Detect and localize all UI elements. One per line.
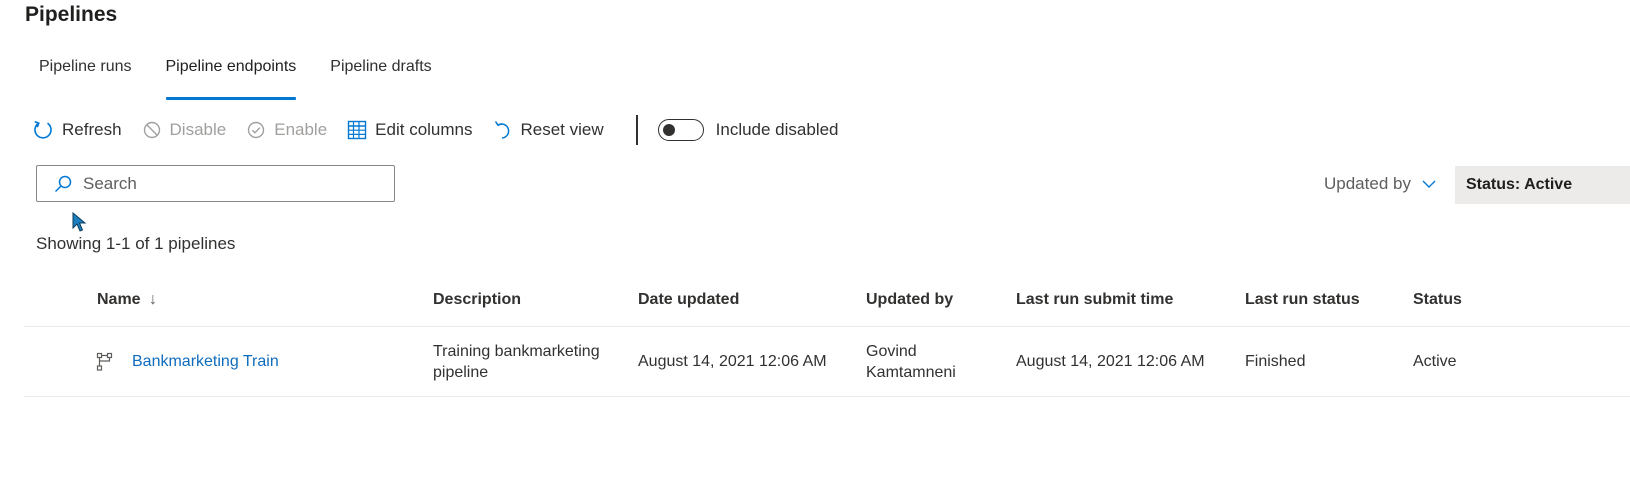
edit-columns-label: Edit columns bbox=[375, 120, 473, 139]
toggle-switch[interactable] bbox=[657, 119, 704, 141]
mouse-cursor-icon bbox=[72, 212, 87, 232]
table-header: Name ↓ Description Date updated Updated … bbox=[24, 280, 1630, 327]
refresh-button[interactable]: Refresh bbox=[32, 119, 122, 141]
disable-label: Disable bbox=[169, 120, 227, 139]
include-disabled-toggle[interactable]: Include disabled bbox=[657, 119, 839, 141]
search-input[interactable] bbox=[81, 172, 365, 195]
include-disabled-label: Include disabled bbox=[715, 120, 839, 139]
sort-descending-icon: ↓ bbox=[149, 291, 158, 308]
pipeline-description: Training bankmarketing pipeline bbox=[433, 342, 600, 381]
chevron-down-icon bbox=[1422, 180, 1436, 188]
pipelines-table: Name ↓ Description Date updated Updated … bbox=[24, 280, 1630, 397]
check-circle-icon bbox=[248, 121, 265, 139]
column-name-label: Name bbox=[97, 291, 141, 308]
refresh-icon bbox=[34, 120, 52, 139]
pipeline-status: Active bbox=[1413, 353, 1457, 370]
column-header-updated-by[interactable]: Updated by bbox=[866, 280, 953, 320]
edit-columns-button[interactable]: Edit columns bbox=[347, 120, 473, 140]
enable-label: Enable bbox=[274, 120, 328, 139]
pipeline-name-link[interactable]: Bankmarketing Train bbox=[132, 327, 279, 396]
toggle-knob bbox=[662, 124, 675, 136]
column-header-date-updated[interactable]: Date updated bbox=[638, 280, 739, 320]
updated-by-filter[interactable]: Updated by bbox=[1324, 174, 1437, 194]
updated-by-filter-label: Updated by bbox=[1324, 174, 1411, 193]
tab-pipeline-endpoints[interactable]: Pipeline endpoints bbox=[152, 50, 311, 100]
table-row[interactable]: Bankmarketing Train Training bankmarketi… bbox=[24, 327, 1630, 397]
reset-view-button[interactable]: Reset view bbox=[493, 119, 604, 141]
refresh-label: Refresh bbox=[62, 120, 122, 139]
block-icon bbox=[143, 121, 160, 139]
search-icon bbox=[54, 175, 72, 192]
pipeline-last-run-status: Finished bbox=[1245, 353, 1306, 370]
enable-button[interactable]: Enable bbox=[246, 120, 327, 140]
pipeline-date-updated: August 14, 2021 12:06 AM bbox=[638, 353, 827, 370]
tab-pipeline-drafts[interactable]: Pipeline drafts bbox=[316, 50, 445, 94]
page-title: Pipelines bbox=[25, 3, 118, 26]
tab-bar: Pipeline runs Pipeline endpoints Pipelin… bbox=[25, 50, 452, 100]
status-filter[interactable]: Status: Active bbox=[1455, 166, 1630, 204]
tab-pipeline-runs[interactable]: Pipeline runs bbox=[25, 50, 146, 94]
toolbar-divider bbox=[635, 115, 638, 145]
reset-view-label: Reset view bbox=[520, 120, 604, 139]
column-header-description[interactable]: Description bbox=[433, 280, 521, 320]
table-grid-icon bbox=[347, 120, 367, 140]
undo-icon bbox=[494, 121, 509, 139]
column-header-last-run-submit-time[interactable]: Last run submit time bbox=[1016, 280, 1173, 320]
pipeline-updated-by: Govind Kamtamneni bbox=[866, 342, 956, 381]
column-header-last-run-status[interactable]: Last run status bbox=[1245, 280, 1360, 320]
column-header-name[interactable]: Name ↓ bbox=[97, 280, 157, 320]
pipeline-last-run-submit-time: August 14, 2021 12:06 AM bbox=[1016, 353, 1205, 370]
column-header-status[interactable]: Status bbox=[1413, 280, 1462, 320]
results-count: Showing 1-1 of 1 pipelines bbox=[36, 234, 236, 253]
disable-button[interactable]: Disable bbox=[142, 120, 227, 140]
search-box[interactable] bbox=[36, 165, 395, 202]
toolbar: Refresh Disable Enable Edit columns Rese… bbox=[32, 113, 839, 147]
pipeline-icon bbox=[96, 327, 114, 396]
